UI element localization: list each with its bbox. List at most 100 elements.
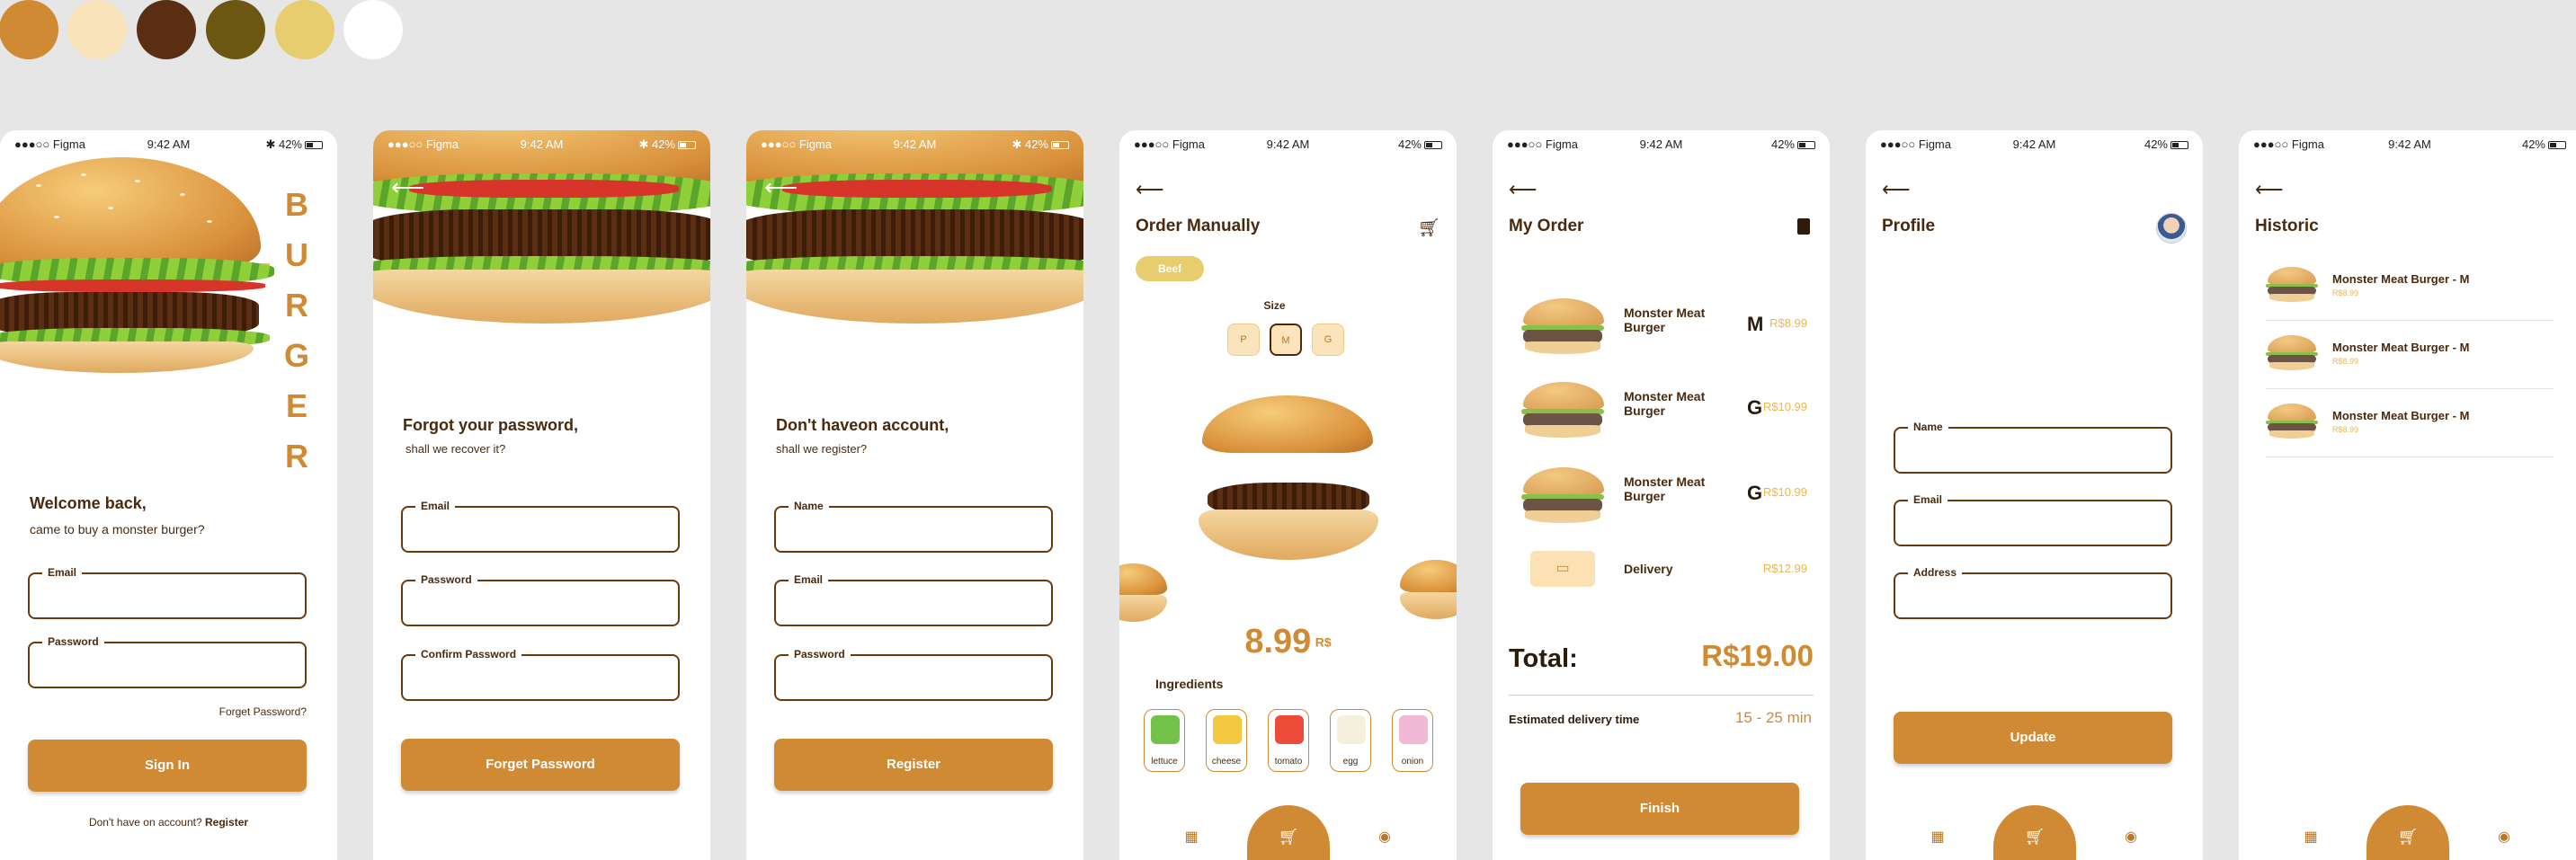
profile-screen: ●●●○○ Figma 9:42 AM 42% ⟵ Profile Name E… bbox=[1866, 130, 2203, 860]
back-arrow-icon[interactable]: ⟵ bbox=[1882, 178, 1911, 201]
ingredient-cheese[interactable]: cheese bbox=[1206, 709, 1247, 772]
back-arrow-icon[interactable]: ⟵ bbox=[764, 173, 798, 201]
ingredient-label: tomato bbox=[1274, 757, 1303, 767]
confirm-password-field[interactable]: Confirm Password bbox=[401, 648, 680, 701]
forgot-password-link[interactable]: Forget Password? bbox=[219, 705, 307, 718]
battery-indicator: ✱ 42% bbox=[1012, 137, 1069, 152]
email-field[interactable]: Email bbox=[1894, 493, 2172, 546]
side-item-left[interactable] bbox=[1119, 563, 1167, 626]
order-item[interactable]: Monster Meat Burger G R$10.99 bbox=[1520, 465, 1807, 528]
bun-top-image bbox=[1202, 395, 1373, 453]
history-item[interactable]: Monster Meat Burger - M R$8.99 bbox=[2266, 324, 2554, 389]
welcome-subtitle: came to buy a monster burger? bbox=[30, 522, 205, 536]
palette-swatch-1 bbox=[0, 0, 58, 59]
battery-text: 42% bbox=[278, 137, 302, 151]
avatar[interactable] bbox=[2156, 213, 2187, 244]
email-field[interactable]: Email bbox=[28, 566, 307, 619]
history-item-name: Monster Meat Burger - M bbox=[2332, 272, 2470, 286]
page-title: My Order bbox=[1509, 217, 1584, 235]
burger-thumbnail bbox=[2266, 335, 2318, 373]
brand-letter: E bbox=[285, 387, 308, 424]
cart-tab[interactable]: 🛒︎ bbox=[2367, 805, 2449, 860]
side-item-right[interactable] bbox=[1400, 560, 1457, 623]
back-arrow-icon[interactable]: ⟵ bbox=[1509, 178, 1538, 201]
forget-password-button[interactable]: Forget Password bbox=[401, 739, 680, 791]
history-item-price: R$8.99 bbox=[2332, 425, 2359, 434]
sign-in-button[interactable]: Sign In bbox=[28, 740, 307, 792]
cart-tab[interactable]: 🛒︎ bbox=[1993, 805, 2076, 860]
profile-tab-icon[interactable]: ◉ bbox=[1376, 828, 1394, 846]
battery-indicator: 42% bbox=[2144, 137, 2188, 151]
register-title: Don't haveon account, bbox=[776, 416, 949, 434]
status-bar: ●●●○○ Figma 9:42 AM ✱ 42% bbox=[373, 137, 710, 155]
ingredients-title: Ingredients bbox=[1155, 677, 1224, 691]
history-item[interactable]: Monster Meat Burger - M R$8.99 bbox=[2266, 256, 2554, 321]
back-arrow-icon[interactable]: ⟵ bbox=[1136, 178, 1164, 201]
item-price: R$10.99 bbox=[1762, 485, 1807, 499]
page-title: Order Manually bbox=[1136, 217, 1261, 235]
name-field[interactable]: Name bbox=[774, 500, 1053, 553]
order-manually-screen: ●●●○○ Figma 9:42 AM 42% ⟵ Order Manually… bbox=[1119, 130, 1457, 860]
dashboard-tab-icon[interactable]: ▦ bbox=[1929, 828, 1947, 846]
size-option-g[interactable]: G bbox=[1312, 324, 1344, 356]
order-item[interactable]: Monster Meat Burger G R$10.99 bbox=[1520, 380, 1807, 443]
patty-image[interactable] bbox=[1199, 483, 1378, 560]
back-arrow-icon[interactable]: ⟵ bbox=[391, 173, 424, 201]
name-field[interactable]: Name bbox=[1894, 421, 2172, 474]
burger-image bbox=[0, 157, 279, 373]
size-option-m[interactable]: M bbox=[1270, 324, 1302, 356]
trash-icon[interactable] bbox=[1797, 218, 1810, 235]
ingredient-onion[interactable]: onion bbox=[1392, 709, 1433, 772]
status-bar: ●●●○○ Figma 9:42 AM 42% bbox=[2239, 137, 2576, 155]
register-button[interactable]: Register bbox=[774, 739, 1053, 791]
cart-tab[interactable]: 🛒︎ bbox=[1247, 805, 1330, 860]
cart-icon: 🛒︎ bbox=[1278, 828, 1299, 846]
battery-icon bbox=[1051, 141, 1069, 149]
password-field[interactable]: Password bbox=[401, 573, 680, 626]
email-field[interactable]: Email bbox=[401, 500, 680, 553]
brand-letter: B bbox=[285, 186, 308, 223]
dashboard-tab-icon[interactable]: ▦ bbox=[2302, 828, 2320, 846]
finish-button[interactable]: Finish bbox=[1520, 783, 1799, 835]
status-bar: ●●●○○ Figma 9:42 AM 42% bbox=[1493, 137, 1830, 155]
page-title: Profile bbox=[1882, 217, 1936, 235]
profile-tab-icon[interactable]: ◉ bbox=[2495, 828, 2513, 846]
battery-indicator: ✱ 42% bbox=[638, 137, 696, 152]
history-item-price: R$8.99 bbox=[2332, 288, 2359, 297]
register-link[interactable]: Register bbox=[205, 816, 248, 829]
total-label: Total: bbox=[1509, 644, 1578, 673]
price-value: 8.99 bbox=[1244, 623, 1312, 661]
my-order-screen: ●●●○○ Figma 9:42 AM 42% ⟵ My Order Monst… bbox=[1493, 130, 1830, 860]
ingredient-tomato[interactable]: tomato bbox=[1268, 709, 1309, 772]
password-label: Password bbox=[789, 648, 851, 661]
battery-icon bbox=[678, 141, 696, 149]
car-icon: ▭ bbox=[1530, 551, 1595, 587]
address-field[interactable]: Address bbox=[1894, 566, 2172, 619]
back-arrow-icon[interactable]: ⟵ bbox=[2255, 178, 2284, 201]
ingredient-label: onion bbox=[1401, 757, 1424, 767]
update-button[interactable]: Update bbox=[1894, 712, 2172, 764]
profile-tab-icon[interactable]: ◉ bbox=[2122, 828, 2140, 846]
dashboard-tab-icon[interactable]: ▦ bbox=[1182, 828, 1200, 846]
item-size: G bbox=[1747, 396, 1763, 419]
ingredient-egg[interactable]: egg bbox=[1330, 709, 1371, 772]
password-field[interactable]: Password bbox=[774, 648, 1053, 701]
battery-indicator: 42% bbox=[1398, 137, 1442, 151]
password-field[interactable]: Password bbox=[28, 635, 307, 688]
history-item[interactable]: Monster Meat Burger - M R$8.99 bbox=[2266, 393, 2554, 457]
item-price: R$8.99 bbox=[1769, 316, 1807, 330]
ingredient-lettuce[interactable]: lettuce bbox=[1144, 709, 1185, 772]
name-label: Name bbox=[789, 500, 829, 512]
category-chip[interactable]: Beef bbox=[1136, 256, 1204, 281]
email-field[interactable]: Email bbox=[774, 573, 1053, 626]
ingredient-label: cheese bbox=[1211, 757, 1242, 767]
cart-icon[interactable]: 🛒︎ bbox=[1418, 217, 1440, 239]
battery-icon bbox=[305, 141, 323, 149]
order-item[interactable]: Monster Meat Burger M R$8.99 bbox=[1520, 297, 1807, 359]
status-bar: ●●●○○ Figma 9:42 AM ✱ 42% bbox=[746, 137, 1083, 155]
battery-indicator: 42% bbox=[2522, 137, 2566, 151]
delivery-row: ▭ Delivery R$12.99 bbox=[1520, 549, 1807, 612]
status-bar: ●●●○○ Figma 9:42 AM 42% bbox=[1866, 137, 2203, 155]
password-label: Password bbox=[42, 635, 104, 648]
size-option-p[interactable]: P bbox=[1227, 324, 1260, 356]
